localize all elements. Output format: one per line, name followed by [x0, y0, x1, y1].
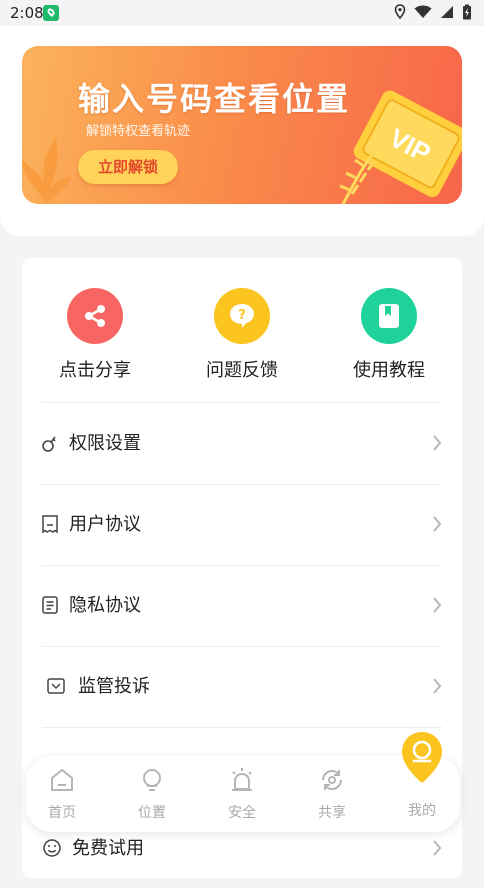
unlock-button[interactable]: 立即解锁 — [78, 150, 178, 184]
vip-banner[interactable]: VIP 输入号码查看位置 解锁特权查看轨迹 立即解锁 — [22, 46, 462, 204]
chevron-right-icon — [433, 597, 442, 613]
tab-label: 我的 — [408, 803, 436, 819]
chevron-right-icon — [433, 435, 442, 451]
inbox-icon — [47, 678, 65, 694]
alarm-icon — [232, 768, 252, 791]
menu-item-permissions[interactable]: 权限设置 — [22, 403, 462, 483]
tab-profile[interactable]: 我的 — [392, 792, 452, 820]
app-notification-icon — [43, 5, 59, 21]
menu-item-user-agreement[interactable]: 用户协议 — [22, 484, 462, 564]
menu-item-label: 隐私协议 — [69, 595, 141, 616]
share-action[interactable]: 点击分享 — [35, 288, 155, 382]
receipt-icon — [42, 515, 58, 534]
banner-subtitle: 解锁特权查看轨迹 — [86, 124, 191, 139]
chevron-right-icon — [433, 678, 442, 694]
tab-location[interactable]: 位置 — [122, 766, 182, 822]
status-time: 2:08 — [10, 4, 44, 22]
status-icons — [394, 4, 472, 20]
chevron-right-icon — [433, 840, 442, 856]
document-icon — [42, 596, 58, 614]
banner-title: 输入号码查看位置 — [78, 80, 351, 118]
smile-icon — [43, 839, 61, 857]
chevron-right-icon — [433, 516, 442, 532]
menu-item-label: 权限设置 — [69, 433, 141, 454]
share-sync-icon — [322, 769, 342, 791]
tab-label: 共享 — [318, 805, 346, 821]
location-status-icon — [394, 4, 406, 20]
bottom-tab-bar: 首页 位置 安全 共享 我的 — [26, 756, 460, 832]
home-icon — [51, 769, 73, 791]
menu-item-label: 监管投诉 — [78, 676, 150, 697]
menu-item-label: 用户协议 — [69, 514, 141, 535]
share-icon — [67, 288, 123, 344]
location-pin-icon — [143, 769, 161, 791]
tab-safety[interactable]: 安全 — [212, 766, 272, 822]
tutorial-action-label: 使用教程 — [353, 360, 425, 381]
tab-sharing[interactable]: 共享 — [302, 766, 362, 822]
svg-text:?: ? — [238, 308, 246, 323]
wifi-icon — [414, 5, 432, 18]
tab-label: 首页 — [48, 805, 76, 821]
key-icon — [42, 436, 56, 452]
signal-icon — [441, 6, 453, 18]
quick-actions: 点击分享 ? 问题反馈 使用教程 — [22, 258, 462, 398]
battery-icon — [463, 4, 471, 20]
menu-item-privacy-policy[interactable]: 隐私协议 — [22, 565, 462, 645]
tab-home[interactable]: 首页 — [32, 766, 92, 822]
share-action-label: 点击分享 — [59, 360, 131, 381]
question-icon: ? — [214, 288, 270, 344]
menu-item-label: 免费试用 — [72, 838, 144, 859]
status-bar: 2:08 — [0, 0, 484, 26]
feedback-action[interactable]: ? 问题反馈 — [182, 288, 302, 382]
book-icon — [361, 288, 417, 344]
tab-label: 位置 — [138, 805, 166, 821]
tab-label: 安全 — [228, 805, 256, 821]
feedback-action-label: 问题反馈 — [206, 360, 278, 381]
divider — [42, 727, 442, 728]
profile-icon[interactable] — [399, 730, 445, 784]
tutorial-action[interactable]: 使用教程 — [329, 288, 449, 382]
leaf-decoration — [22, 138, 72, 204]
menu-item-regulatory-complaint[interactable]: 监管投诉 — [22, 646, 462, 726]
